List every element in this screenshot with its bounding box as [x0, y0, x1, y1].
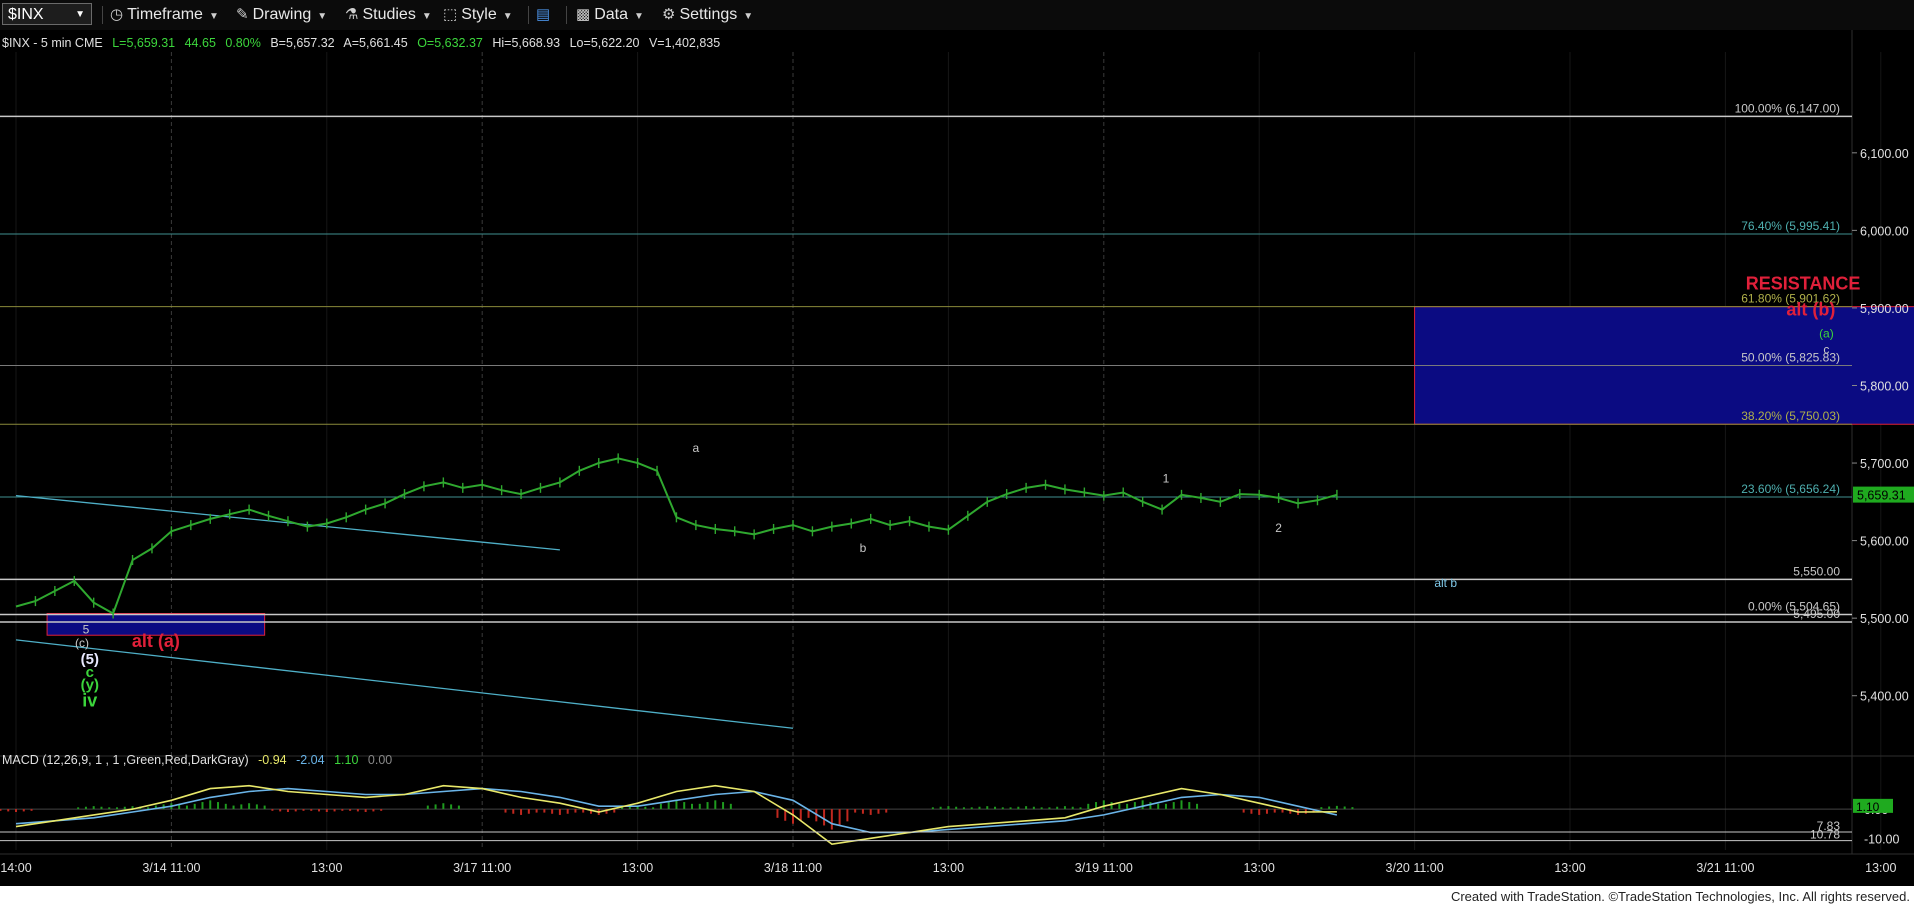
drawing-button[interactable]: ✎ Drawing ▼: [236, 4, 327, 26]
wave-label: 2: [1275, 521, 1282, 535]
macd-hist-marker-label: 1.10: [1856, 800, 1880, 814]
fib-level-label: 23.60% (5,656.24): [1741, 482, 1840, 496]
layout-icon: ▤: [536, 6, 551, 23]
fib-level-label: 76.40% (5,995.41): [1741, 219, 1840, 233]
layout-button[interactable]: ▤: [536, 4, 554, 26]
wave-label: RESISTANCE: [1746, 273, 1861, 293]
macd-hist-value: 1.10: [334, 753, 358, 767]
symbol-input[interactable]: $INX ▼: [2, 3, 92, 25]
wave-label: alt (a): [132, 631, 180, 651]
bar-chart-icon: ▩: [576, 6, 591, 23]
chevron-down-icon: ▼: [633, 11, 644, 22]
data-button[interactable]: ▩ Data ▼: [576, 4, 644, 26]
toolbar-separator: [528, 6, 529, 24]
horizontal-line-label: 5,550.00: [1793, 564, 1840, 578]
flask-icon: ⚗: [345, 6, 359, 23]
x-tick-label: 3/18 11:00: [764, 861, 822, 875]
macd-value: -0.94: [258, 753, 287, 767]
studies-button[interactable]: ⚗ Studies ▼: [345, 4, 432, 26]
macd-header: MACD (12,26,9, 1 , 1 ,Green,Red,DarkGray…: [2, 753, 392, 767]
y-tick-label: 5,400.00: [1860, 690, 1909, 704]
y-tick-label: 6,100.00: [1860, 147, 1909, 161]
fib-level-label: 100.00% (6,147.00): [1735, 101, 1840, 115]
wave-label: (a): [1819, 326, 1834, 340]
wave-label: (c): [75, 636, 89, 650]
macd-y-tick-label: -10.00: [1864, 832, 1899, 846]
header-change-pct: 0.80%: [225, 36, 260, 50]
symbol-value: $INX: [8, 6, 44, 23]
chevron-down-icon: ▼: [502, 11, 513, 22]
gear-icon: ⚙: [662, 6, 676, 23]
wave-label: b: [860, 541, 867, 555]
clock-icon: ◷: [110, 6, 124, 23]
last-price-label: 5,659.31: [1857, 489, 1906, 503]
wave-label: 5: [83, 623, 90, 637]
x-tick-label: 13:00: [1244, 861, 1275, 875]
header-volume: V=1,402,835: [649, 36, 720, 50]
settings-label: Settings: [679, 6, 738, 23]
header-low: Lo=5,622.20: [570, 36, 640, 50]
header-last: L=5,659.31: [112, 36, 175, 50]
macd-level-label: 10.78: [1810, 828, 1840, 842]
x-tick-label: 3/21 11:00: [1696, 861, 1754, 875]
price-chart[interactable]: 100.00% (6,147.00)76.40% (5,995.41)61.80…: [0, 30, 1914, 906]
x-tick-label: 3/20 11:00: [1386, 861, 1444, 875]
header-open: O=5,632.37: [417, 36, 483, 50]
wave-label: c: [1823, 343, 1829, 357]
header-symbol: $INX - 5 min CME: [2, 36, 103, 50]
drawing-label: Drawing: [252, 6, 312, 23]
x-tick-label: 13:00: [1554, 861, 1585, 875]
horizontal-line-label: 5,495.00: [1793, 607, 1840, 621]
y-tick-label: 5,800.00: [1860, 379, 1909, 393]
toolbar-separator: [566, 6, 567, 24]
x-tick-label: 14:00: [0, 861, 31, 875]
x-tick-label: 13:00: [1865, 861, 1896, 875]
chevron-down-icon: ▼: [421, 11, 432, 22]
chevron-down-icon: ▼: [75, 9, 85, 20]
header-ask: A=5,661.45: [343, 36, 407, 50]
footer-credit: Created with TradeStation. ©TradeStation…: [1450, 889, 1910, 904]
x-tick-label: 3/19 11:00: [1075, 861, 1133, 875]
pencil-icon: ✎: [236, 6, 249, 23]
macd-zero-value: 0.00: [368, 753, 392, 767]
wave-label: iv: [82, 691, 97, 711]
header-change: 44.65: [185, 36, 216, 50]
x-tick-label: 3/17 11:00: [453, 861, 511, 875]
style-label: Style: [461, 6, 497, 23]
header-high: Hi=5,668.93: [492, 36, 560, 50]
y-tick-label: 6,000.00: [1860, 224, 1909, 238]
y-tick-label: 5,500.00: [1860, 612, 1909, 626]
chevron-down-icon: ▼: [317, 11, 328, 22]
fib-level-label: 38.20% (5,750.03): [1741, 409, 1840, 423]
macd-label: MACD (12,26,9, 1 , 1 ,Green,Red,DarkGray…: [2, 753, 249, 767]
wave-label: alt b: [1434, 576, 1457, 590]
y-tick-label: 5,700.00: [1860, 457, 1909, 471]
x-tick-label: 13:00: [622, 861, 653, 875]
chevron-down-icon: ▼: [208, 11, 219, 22]
style-icon: ⬚: [443, 6, 458, 23]
x-tick-label: 13:00: [933, 861, 964, 875]
toolbar: $INX ▼ ◷ Timeframe ▼ ✎ Drawing ▼ ⚗ Studies ▼ ⬚…: [0, 0, 1914, 31]
header-bid: B=5,657.32: [270, 36, 334, 50]
toolbar-separator: [102, 6, 103, 24]
studies-label: Studies: [362, 6, 416, 23]
y-tick-label: 5,900.00: [1860, 302, 1909, 316]
settings-button[interactable]: ⚙ Settings ▼: [662, 4, 753, 26]
timeframe-label: Timeframe: [127, 6, 203, 23]
x-tick-label: 3/14 11:00: [142, 861, 200, 875]
wave-label: 1: [1163, 471, 1170, 485]
style-button[interactable]: ⬚ Style ▼: [443, 4, 513, 26]
x-tick-label: 13:00: [311, 861, 342, 875]
timeframe-button[interactable]: ◷ Timeframe ▼: [110, 4, 219, 26]
chevron-down-icon: ▼: [743, 11, 754, 22]
y-tick-label: 5,600.00: [1860, 535, 1909, 549]
wave-label: alt (b): [1786, 300, 1835, 320]
wave-label: a: [693, 441, 700, 455]
chart-background: [0, 30, 1914, 906]
data-label: Data: [594, 6, 628, 23]
macd-signal-value: -2.04: [296, 753, 325, 767]
